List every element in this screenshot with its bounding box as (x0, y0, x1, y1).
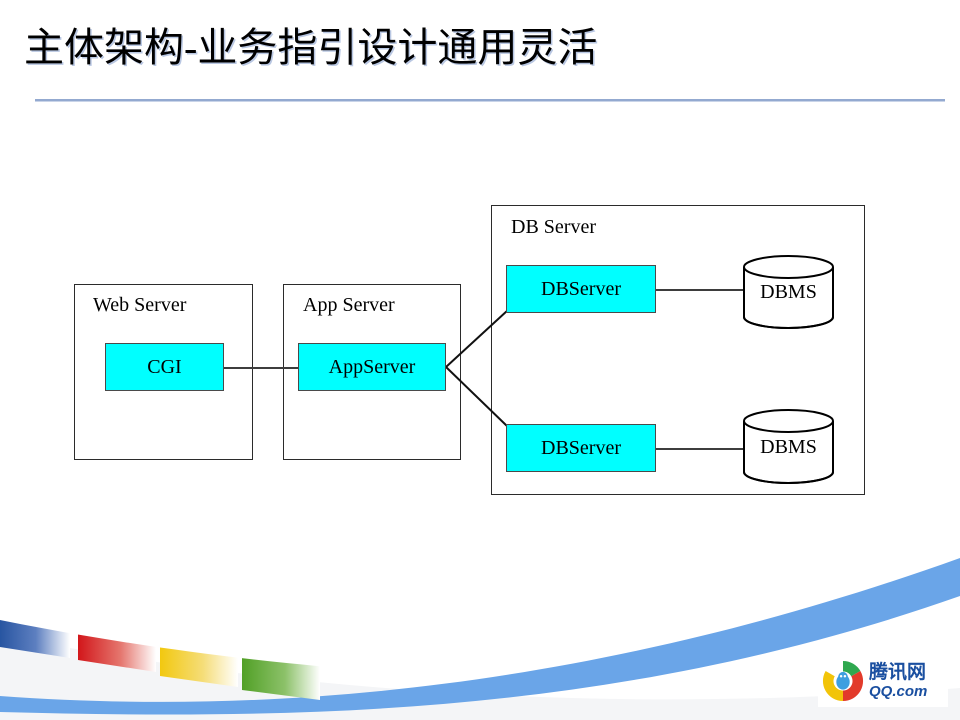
connector-cgi-appserver (224, 367, 299, 369)
node-dbserver-2[interactable]: DBServer (506, 424, 656, 472)
node-label-dbserver-1: DBServer (541, 277, 621, 300)
database-cylinder-2[interactable]: DBMS (742, 408, 835, 485)
node-cgi[interactable]: CGI (105, 343, 224, 391)
container-label-web-server: Web Server (93, 294, 187, 316)
logo-en-text: QQ.com (869, 683, 928, 700)
cylinder-icon (743, 255, 834, 329)
logo-text-block: 腾讯网 QQ.com (869, 663, 927, 699)
node-dbserver-1[interactable]: DBServer (506, 265, 656, 313)
qq-penguin-icon (822, 660, 864, 702)
cylinder-icon (743, 409, 834, 484)
slide-canvas: 主体架构-业务指引设计通用灵活 Web Server App Server DB… (0, 0, 960, 720)
brand-logo: 腾讯网 QQ.com (818, 655, 948, 707)
architecture-diagram: Web Server App Server DB Server CGI AppS… (0, 0, 960, 560)
connector-dbserver2-dbms2 (656, 448, 744, 450)
database-cylinder-1[interactable]: DBMS (742, 254, 835, 330)
container-label-db-server: DB Server (511, 216, 596, 238)
connector-dbserver1-dbms1 (656, 289, 744, 291)
container-label-app-server: App Server (303, 294, 395, 316)
node-label-cgi: CGI (147, 355, 182, 378)
logo-cn-text: 腾讯网 (869, 662, 927, 683)
node-label-appserver: AppServer (328, 355, 416, 378)
node-label-dbserver-2: DBServer (541, 436, 621, 459)
node-appserver[interactable]: AppServer (298, 343, 446, 391)
